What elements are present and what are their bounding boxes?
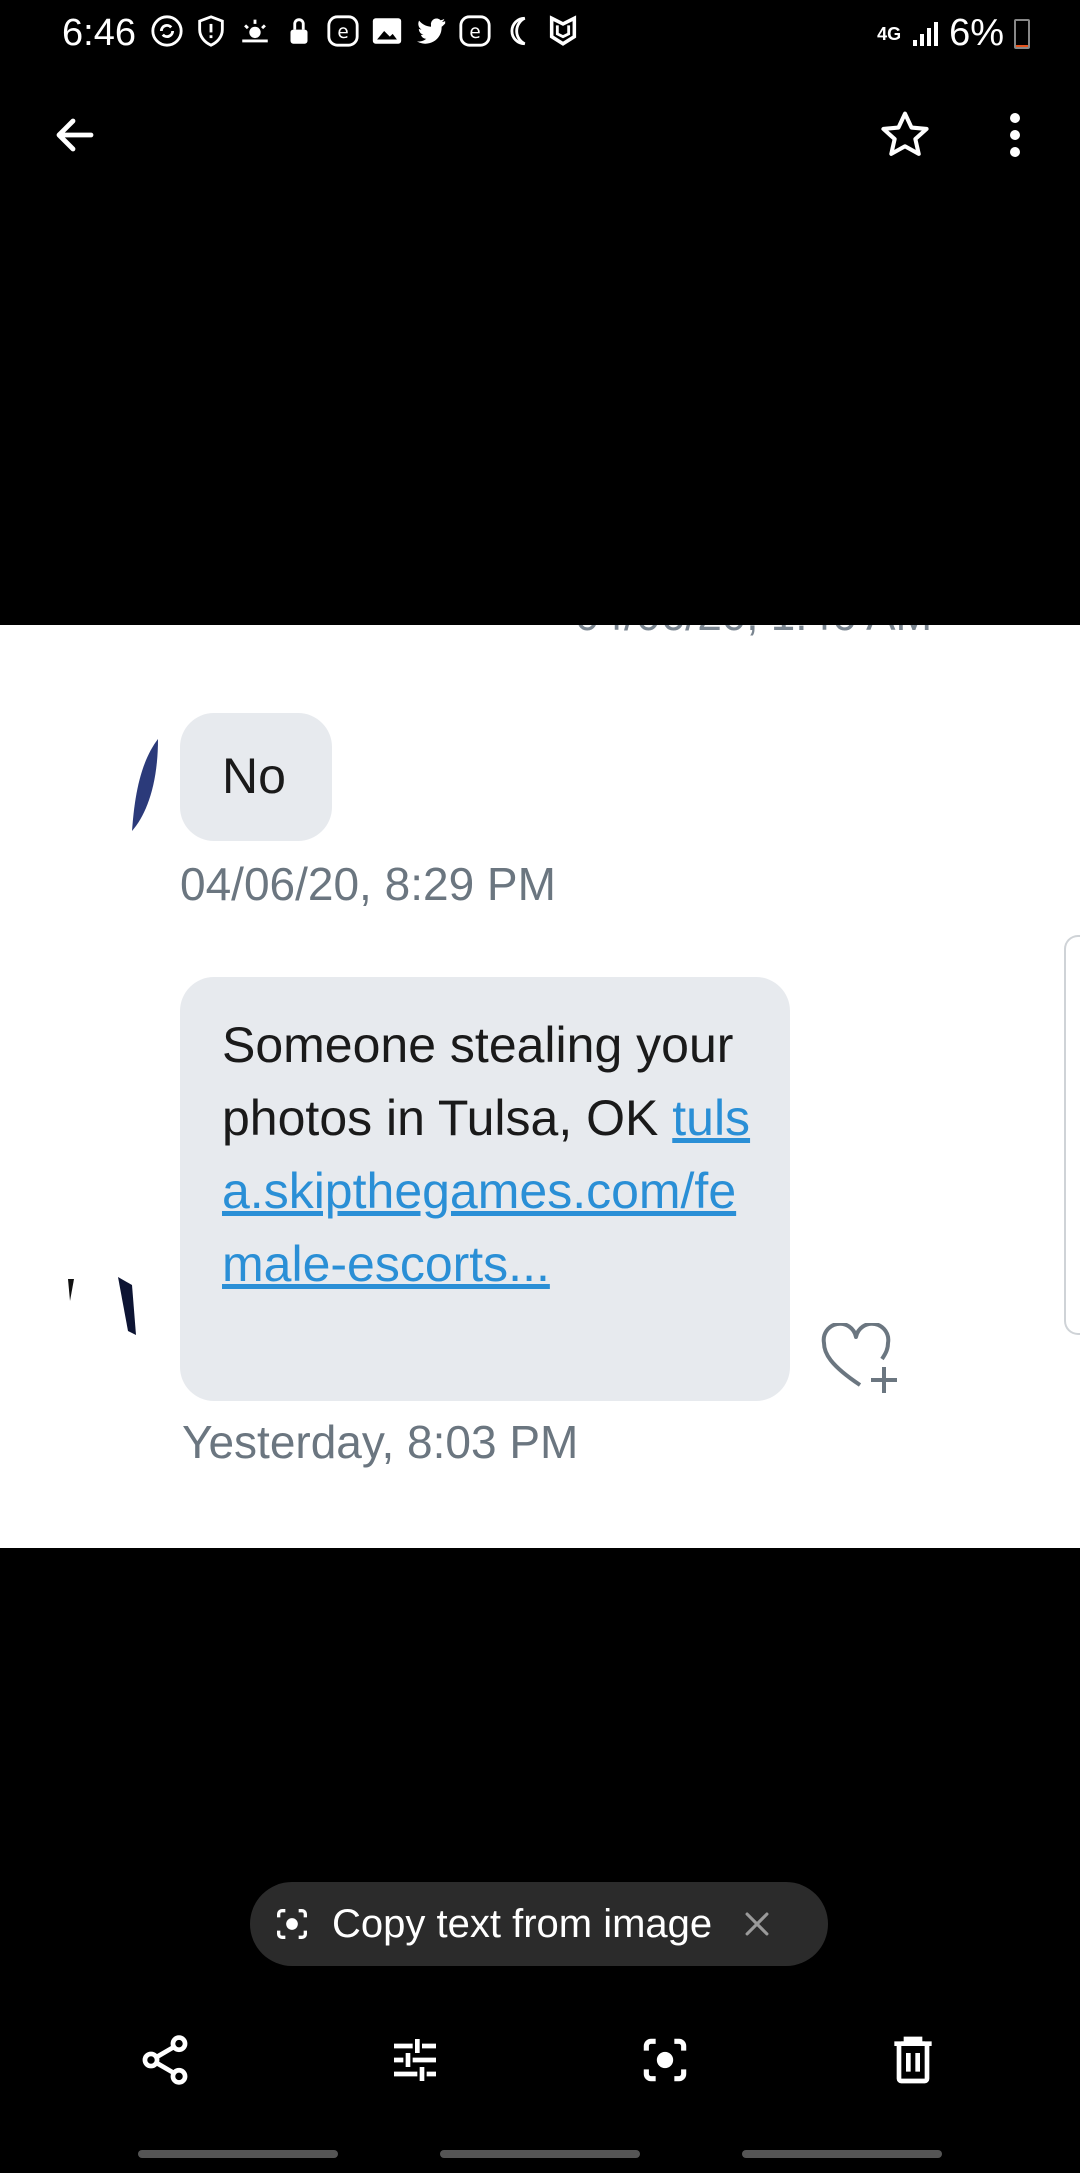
star-outline-icon	[881, 111, 929, 156]
image-icon	[372, 18, 402, 44]
delete-icon	[894, 2036, 932, 2084]
tune-icon	[394, 2039, 436, 2081]
share-button[interactable]	[130, 2020, 200, 2100]
share-icon	[142, 2035, 188, 2085]
lens-button[interactable]	[630, 2020, 700, 2100]
message-timestamp: Yesterday, 8:03 PM	[182, 1416, 579, 1468]
bottom-action-bar	[0, 2020, 1080, 2100]
more-vertical-icon	[1010, 113, 1020, 157]
back-button[interactable]	[40, 90, 110, 180]
svg-text:e: e	[337, 22, 348, 43]
svg-text:e: e	[469, 22, 480, 43]
favorite-button[interactable]	[870, 90, 940, 180]
arrow-left-icon	[56, 118, 94, 152]
sync-icon	[151, 15, 183, 47]
nav-bar-segment	[742, 2150, 942, 2158]
lens-icon	[272, 1904, 312, 1944]
e-icon: e	[459, 15, 491, 47]
avatar	[132, 739, 158, 831]
notification-icons: e e	[150, 14, 580, 48]
close-icon[interactable]	[740, 1907, 774, 1941]
status-right: 4G 6%	[877, 12, 1030, 55]
lens-icon	[643, 2038, 687, 2082]
moon-icon	[510, 16, 526, 46]
shield-alert-icon	[198, 15, 224, 47]
message-bubble: Someone stealing your photos in Tulsa, O…	[180, 977, 790, 1401]
copy-text-chip[interactable]: Copy text from image	[250, 1882, 828, 1966]
avatar	[68, 1277, 136, 1335]
heart-plus-icon	[821, 1323, 897, 1393]
lock-icon	[290, 18, 308, 44]
nav-bar-segment	[138, 2150, 338, 2158]
signal-icon	[913, 21, 939, 46]
message-bubble: No	[180, 713, 332, 841]
status-bar: 6:46 e e 4G 6%	[0, 0, 1080, 70]
battery-level	[1016, 44, 1028, 47]
more-options-button[interactable]	[985, 90, 1045, 180]
nav-bar-segment	[440, 2150, 640, 2158]
copy-text-label: Copy text from image	[332, 1901, 713, 1946]
message-text: Someone stealing your photos in Tulsa, O…	[222, 1017, 734, 1146]
status-time: 6:46	[62, 12, 136, 54]
mcafee-icon	[549, 15, 577, 46]
edit-button[interactable]	[380, 2020, 450, 2100]
e-icon: e	[327, 15, 359, 47]
battery-icon	[1014, 18, 1030, 49]
message-text: No	[222, 748, 286, 804]
cut-off-timestamp: 04/06/20, 1:46 AM	[575, 625, 932, 641]
screenshot-image[interactable]: 04/06/20, 1:46 AM No 04/06/20, 8:29 PM S…	[0, 625, 1080, 1548]
app-bar	[0, 90, 1080, 180]
delete-button[interactable]	[878, 2020, 948, 2100]
message-timestamp: 04/06/20, 8:29 PM	[180, 858, 556, 910]
edge-panel-handle	[1064, 935, 1080, 1335]
battery-percent: 6%	[949, 12, 1004, 54]
twitter-icon	[416, 18, 446, 44]
network-type: 4G	[877, 23, 902, 44]
weather-icon	[242, 19, 268, 43]
